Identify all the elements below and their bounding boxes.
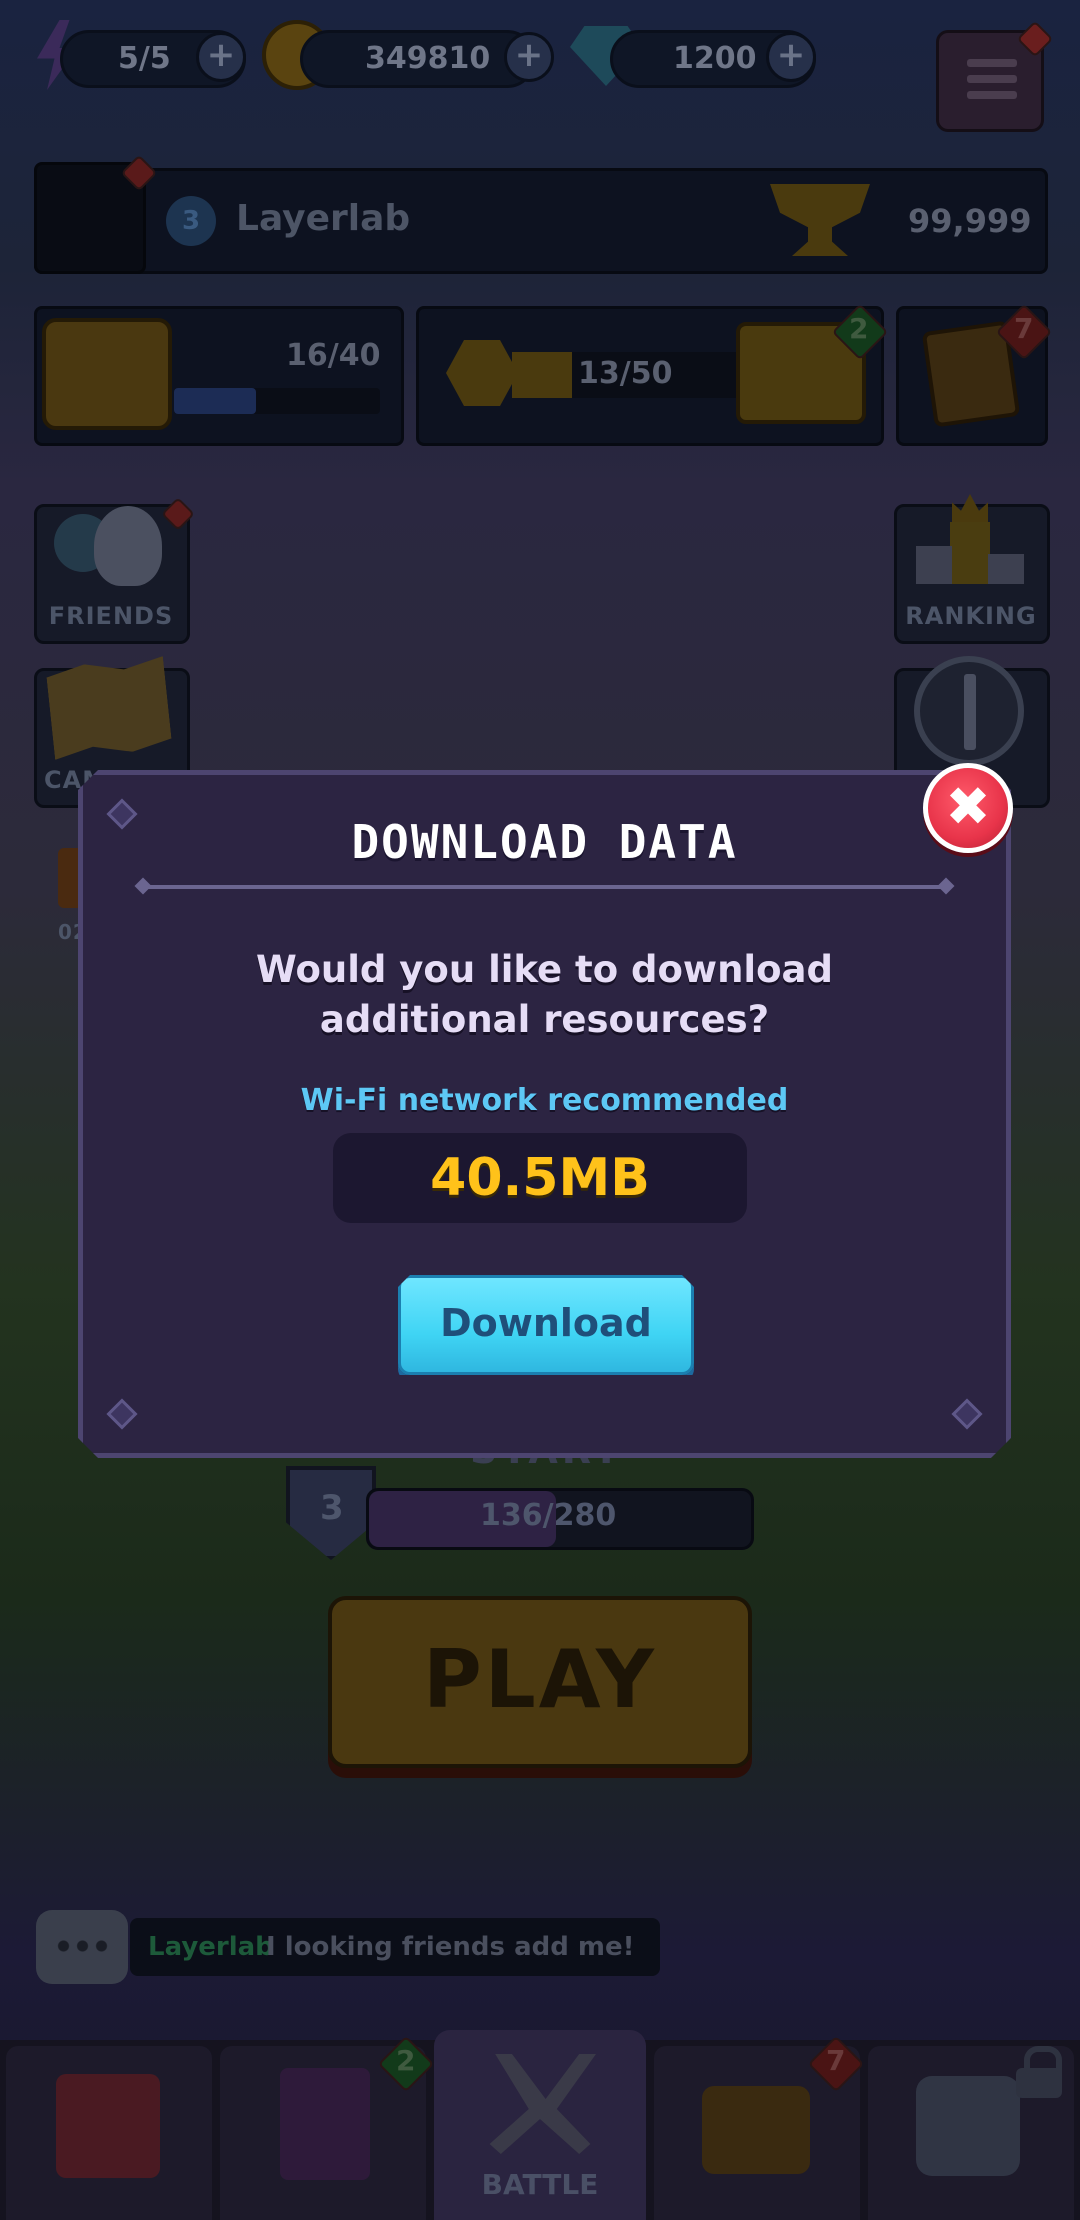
cards-badge-count: 2: [396, 2044, 416, 2077]
dialog-title: DOWNLOAD DATA: [351, 815, 738, 869]
crossed-swords-icon: [489, 2054, 596, 2154]
sword-shield-icon: [914, 656, 1024, 766]
coin-add-button[interactable]: +: [504, 32, 554, 82]
chest-icon: [42, 318, 172, 430]
chat-bubble-icon[interactable]: [36, 1910, 128, 1984]
corner-gem-br: [951, 1398, 982, 1429]
hamburger-icon: [967, 59, 1017, 99]
trophy-count: 99,999: [908, 202, 1032, 240]
battle-label: BATTLE: [481, 2168, 599, 2201]
shop-icon: [56, 2074, 160, 2178]
energy-value: 5/5: [118, 41, 171, 76]
castle-badge-count: 2: [849, 312, 869, 345]
chat-message: I looking friends add me!: [266, 1932, 635, 1962]
chest-progress-fill: [174, 388, 257, 414]
title-divider: [141, 885, 948, 889]
chest-progress-text: 16/40: [286, 338, 381, 373]
chest-nav-icon: [702, 2086, 810, 2174]
play-label: PLAY: [423, 1633, 657, 1726]
wifi-note: Wi-Fi network recommended: [300, 1083, 789, 1118]
play-button[interactable]: PLAY: [328, 1596, 752, 1768]
energy-add-button[interactable]: +: [196, 32, 246, 82]
skull-icon: [916, 2076, 1020, 2176]
profile-name: Layerlab: [236, 198, 411, 239]
divider-end-right: [938, 878, 955, 895]
nav-shop[interactable]: [6, 2046, 212, 2220]
gem-value: 1200: [673, 41, 757, 76]
coin-counter: 349810: [300, 30, 536, 88]
level-badge-icon: 3: [166, 196, 216, 246]
download-size-box: 40.5MB: [333, 1133, 747, 1223]
stage-xp-text: 136/280: [480, 1498, 617, 1533]
nav-battle[interactable]: BATTLE: [434, 2030, 646, 2220]
podium-icon: [916, 494, 1024, 588]
stage-level: 3: [320, 1488, 344, 1528]
spellbook-icon: [280, 2068, 370, 2180]
chat-username[interactable]: Layerlab: [148, 1932, 274, 1962]
crown-progress-fill: [512, 352, 572, 398]
quest-badge-count: 7: [1014, 312, 1034, 345]
corner-gem-bl: [106, 1398, 137, 1429]
gem-add-button[interactable]: +: [766, 32, 816, 82]
friends-label: FRIENDS: [48, 602, 174, 630]
download-button[interactable]: Download: [398, 1275, 694, 1375]
friends-icon: [54, 506, 164, 590]
download-size: 40.5MB: [430, 1148, 650, 1208]
divider-end-left: [135, 878, 152, 895]
lock-icon: [1016, 2046, 1062, 2098]
chest-nav-badge-count: 7: [826, 2044, 846, 2077]
chest-progress-bar: [174, 388, 380, 414]
close-button[interactable]: ✖: [923, 763, 1013, 853]
ranking-label: RANKING: [905, 602, 1037, 630]
dialog-question: Would you like to download additional re…: [256, 948, 833, 1041]
coin-value: 349810: [365, 41, 491, 76]
download-data-dialog: DOWNLOAD DATA Would you like to download…: [78, 770, 1011, 1458]
map-icon: [46, 656, 173, 760]
crown-progress-text: 13/50: [578, 356, 673, 391]
